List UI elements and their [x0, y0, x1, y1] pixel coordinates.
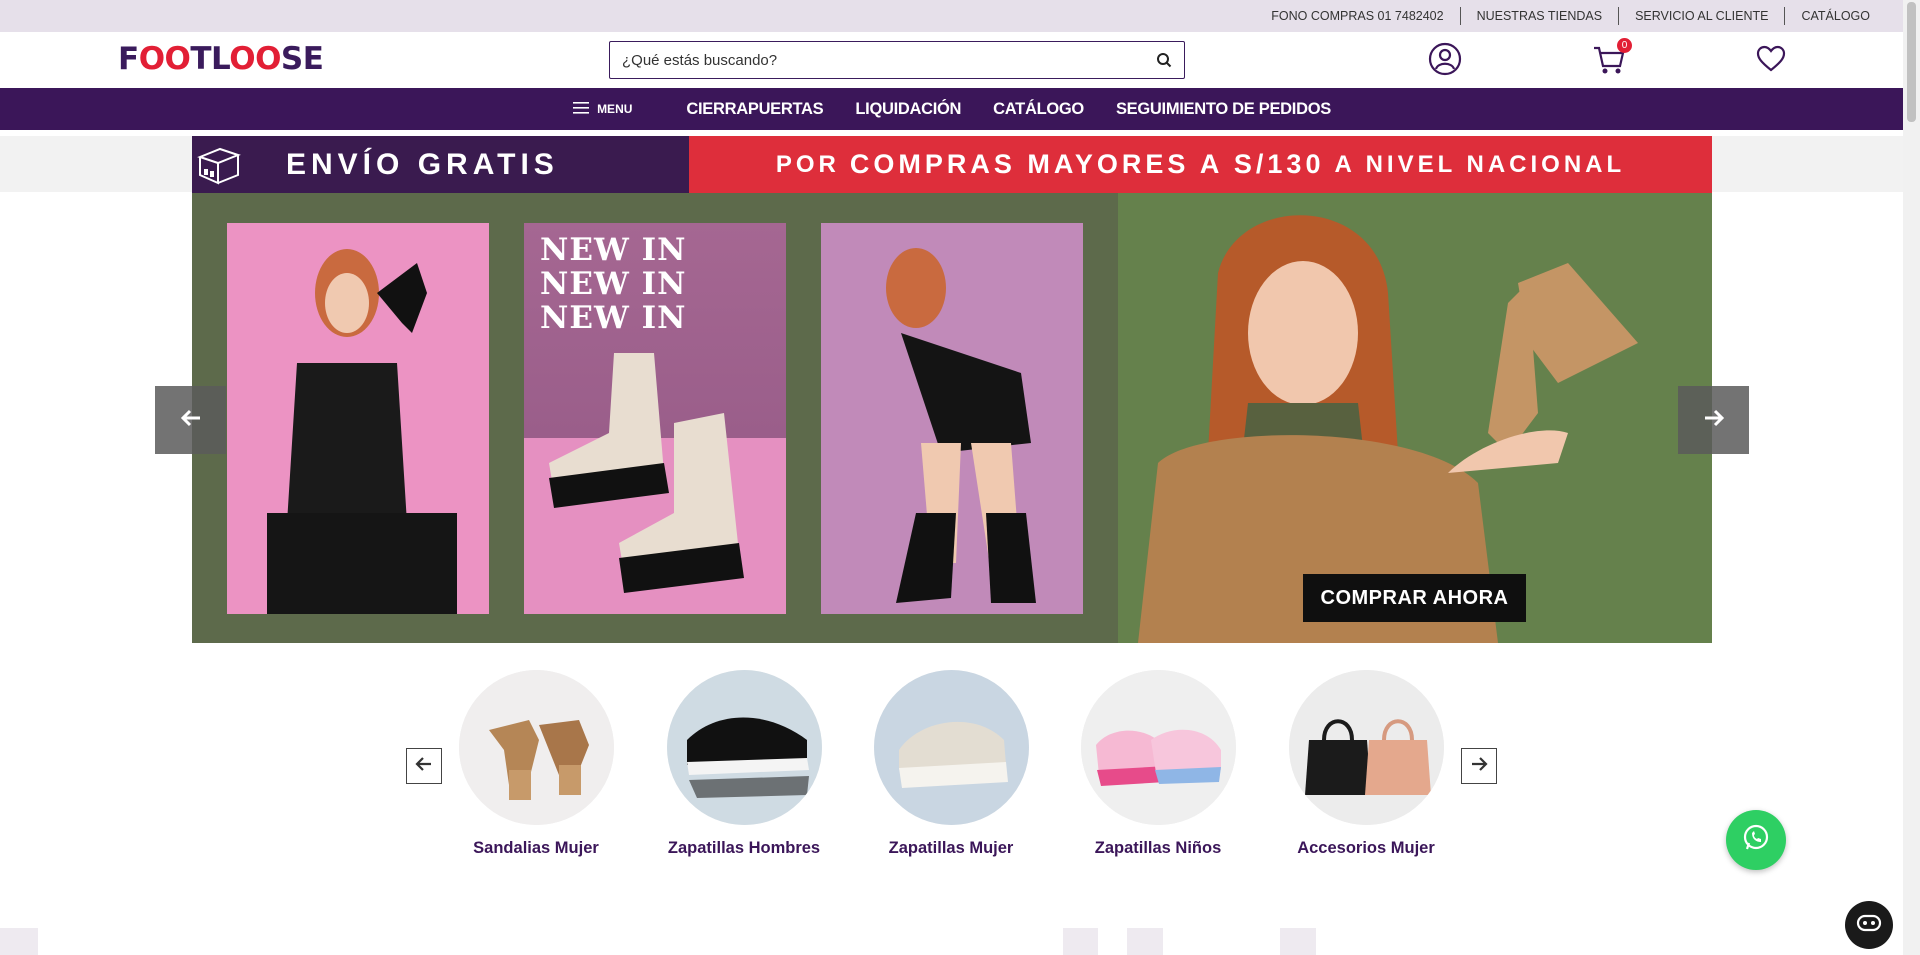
hero-slide[interactable]: NEW IN NEW IN NEW IN COMPRAR AHORA	[192, 193, 1712, 643]
category-zapatillas-mujer[interactable]: Zapatillas Mujer	[861, 670, 1041, 858]
search-icon[interactable]	[1144, 42, 1184, 78]
site-header: FOOTLOOSE 0	[0, 32, 1920, 88]
arrow-right-icon	[1470, 756, 1488, 777]
wishlist-heart-icon[interactable]	[1756, 45, 1786, 78]
cart-count-badge: 0	[1617, 38, 1632, 53]
shop-now-button[interactable]: COMPRAR AHORA	[1303, 574, 1526, 622]
category-zapatillas-hombres[interactable]: Zapatillas Hombres	[654, 670, 834, 858]
nav-cierrapuertas[interactable]: CIERRAPUERTAS	[686, 100, 823, 119]
nav-catalogo[interactable]: CATÁLOGO	[993, 100, 1084, 119]
category-accesorios-mujer[interactable]: Accesorios Mujer	[1276, 670, 1456, 858]
category-label: Zapatillas Hombres	[667, 839, 821, 857]
chat-bubble-icon	[1856, 913, 1882, 938]
scrollbar-thumb[interactable]	[1907, 2, 1916, 122]
arrow-left-icon	[415, 756, 433, 777]
whatsapp-icon	[1741, 823, 1771, 858]
nav-liquidacion[interactable]: LIQUIDACIÓN	[855, 100, 961, 119]
category-label: Zapatillas Niños	[1094, 839, 1222, 857]
promo-suffix: A NIVEL NACIONAL	[1334, 150, 1626, 178]
category-label: Sandalias Mujer	[473, 839, 599, 857]
category-image	[458, 670, 614, 825]
shipping-box-icon	[192, 136, 246, 193]
chat-support-button[interactable]	[1845, 901, 1893, 949]
utility-bar: FONO COMPRAS 01 7482402 NUESTRAS TIENDAS…	[0, 0, 1920, 32]
search-input[interactable]	[622, 51, 1144, 69]
category-prev-arrow[interactable]	[406, 748, 442, 784]
promo-right: POR COMPRAS MAYORES A S/130 A NIVEL NACI…	[689, 136, 1712, 193]
catalog-link[interactable]: CATÁLOGO	[1784, 7, 1886, 25]
hero-photo-model-ankle-boot	[227, 223, 489, 614]
category-label: Accesorios Mujer	[1297, 839, 1435, 857]
main-nav: MENU CIERRAPUERTAS LIQUIDACIÓN CATÁLOGO …	[0, 88, 1920, 130]
category-label: Zapatillas Mujer	[888, 839, 1014, 857]
search-bar	[609, 41, 1185, 79]
hero-next-arrow[interactable]	[1678, 386, 1749, 454]
category-image	[1080, 670, 1236, 825]
category-image	[873, 670, 1029, 825]
hero-prev-arrow[interactable]	[155, 386, 226, 454]
arrow-left-icon	[180, 408, 202, 433]
category-image	[666, 670, 822, 825]
category-next-arrow[interactable]	[1461, 748, 1497, 784]
promo-free-shipping-text: ENVÍO GRATIS	[286, 147, 559, 181]
page-scrollbar[interactable]	[1903, 0, 1920, 955]
menu-label: MENU	[597, 102, 633, 116]
promo-left: ENVÍO GRATIS	[192, 136, 689, 193]
category-image	[1288, 670, 1444, 825]
phone-link[interactable]: FONO COMPRAS 01 7482402	[1255, 7, 1459, 25]
category-zapatillas-ninos[interactable]: Zapatillas Niños	[1068, 670, 1248, 858]
whatsapp-button[interactable]	[1726, 810, 1786, 870]
cart-icon[interactable]: 0	[1592, 38, 1632, 81]
hamburger-icon	[573, 101, 590, 118]
customer-service-link[interactable]: SERVICIO AL CLIENTE	[1618, 7, 1784, 25]
hero-photo-new-in-boots: NEW IN NEW IN NEW IN	[524, 223, 786, 614]
promo-condition: COMPRAS MAYORES A S/130	[849, 149, 1325, 179]
menu-button[interactable]: MENU	[573, 101, 632, 118]
promo-prefix: POR	[775, 150, 840, 178]
account-icon[interactable]	[1428, 42, 1462, 81]
stores-link[interactable]: NUESTRAS TIENDAS	[1459, 7, 1619, 25]
hero-photo-model-knee-boots	[821, 223, 1083, 614]
nav-order-tracking[interactable]: SEGUIMIENTO DE PEDIDOS	[1116, 100, 1331, 119]
arrow-right-icon	[1703, 408, 1725, 433]
category-sandalias-mujer[interactable]: Sandalias Mujer	[446, 670, 626, 858]
category-carousel: Sandalias Mujer Zapatillas Hombres Zapat…	[0, 670, 1903, 870]
footloose-logo[interactable]: FOOTLOOSE	[118, 41, 324, 77]
free-shipping-banner[interactable]: ENVÍO GRATIS POR COMPRAS MAYORES A S/130…	[192, 136, 1712, 193]
